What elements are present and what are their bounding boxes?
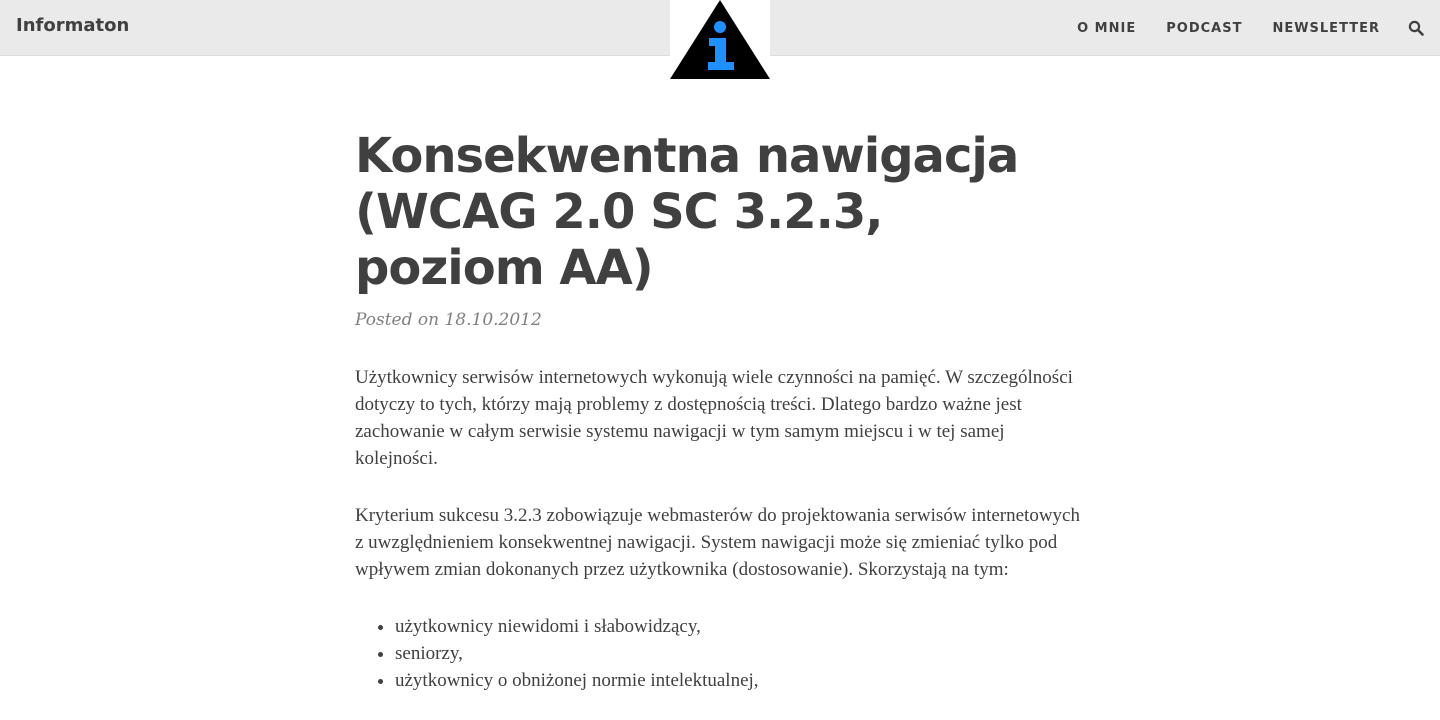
search-icon[interactable] (1408, 20, 1424, 36)
nav-link-o-mnie[interactable]: O MNIE (1077, 21, 1136, 36)
paragraph: Kryterium sukcesu 3.2.3 zobowiązuje webm… (355, 505, 1080, 580)
nav-link-newsletter[interactable]: NEWSLETTER (1272, 21, 1380, 36)
info-triangle-logo-icon (670, 0, 770, 79)
site-brand-link[interactable]: Informaton (16, 15, 129, 36)
post-title: Konsekwentna nawigacja (WCAG 2.0 SC 3.2.… (355, 128, 1019, 296)
top-navbar: Informaton O MNIE PODCAST NEWSLETTER (0, 0, 1440, 79)
nav-link-podcast[interactable]: PODCAST (1166, 21, 1242, 36)
bullet-list: użytkownicy niewidomi i słabowidzący, se… (355, 613, 1085, 694)
site-logo[interactable] (670, 0, 770, 79)
list-item: seniorzy, (395, 640, 1085, 667)
post-date: Posted on 18.10.2012 (355, 310, 542, 330)
post-body: Użytkownicy serwisów internetowych wykon… (355, 364, 1085, 694)
list-item: użytkownicy o obniżonej normie intelektu… (395, 667, 1085, 694)
paragraph: Użytkownicy serwisów internetowych wykon… (355, 367, 1073, 469)
main-nav: O MNIE PODCAST NEWSLETTER (1047, 0, 1440, 56)
list-item: użytkownicy niewidomi i słabowidzący, (395, 613, 1085, 640)
article: Konsekwentna nawigacja (WCAG 2.0 SC 3.2.… (355, 128, 1085, 694)
